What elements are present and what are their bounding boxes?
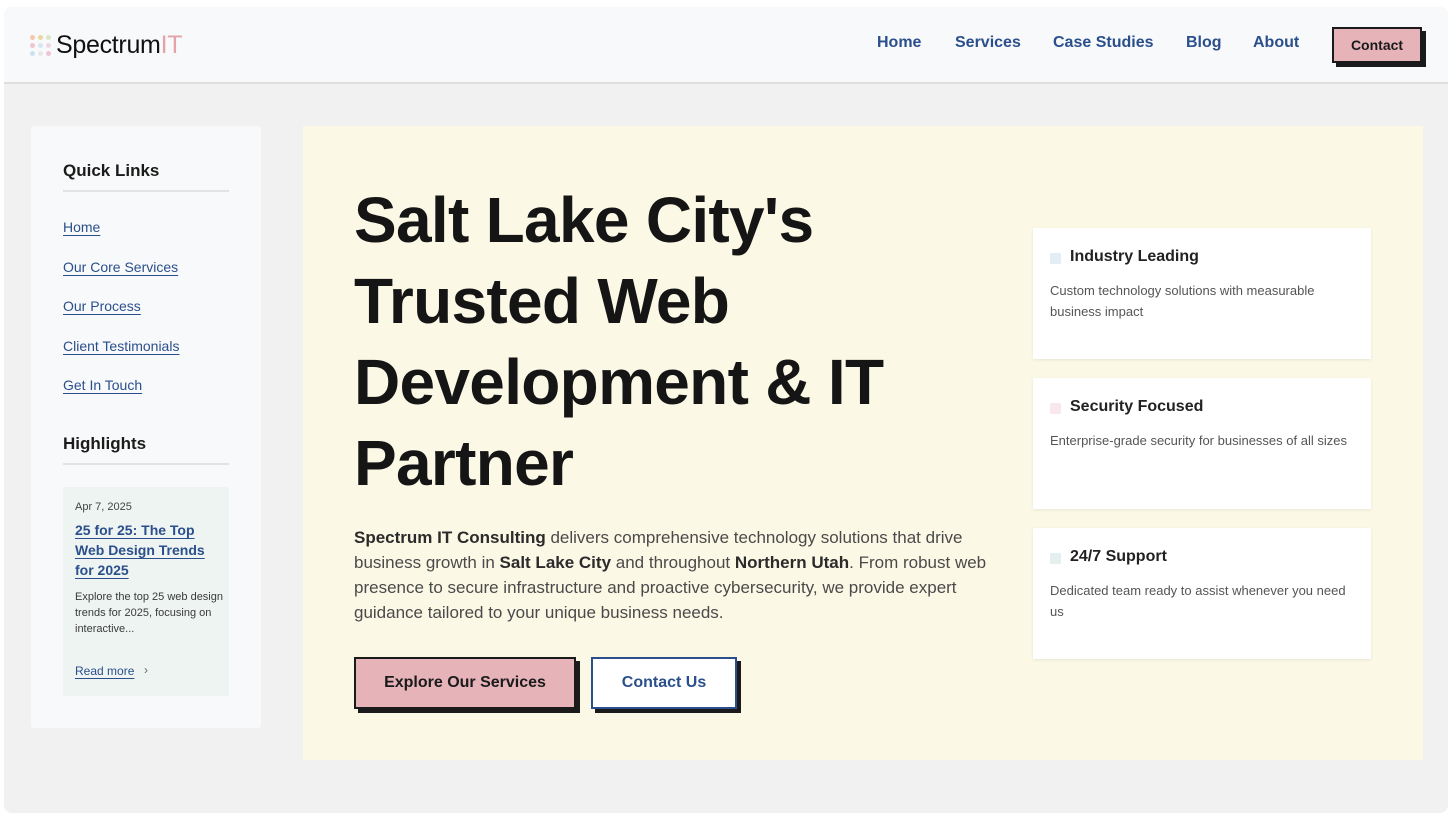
sidebar-link-home[interactable]: Home [63, 219, 100, 235]
description-text: and throughout [611, 553, 735, 572]
logo-dot [30, 42, 35, 48]
nav-about[interactable]: About [1253, 34, 1299, 52]
divider [63, 463, 229, 465]
quick-links-heading: Quick Links [63, 161, 160, 180]
sidebar: Quick Links Home Our Core Services Our P… [31, 126, 261, 728]
logo-dots-icon [30, 34, 51, 56]
feature-title: Industry Leading [1070, 248, 1199, 265]
hero-section: Salt Lake City's Trusted Web Development… [303, 126, 1423, 760]
feature-description: Dedicated team ready to assist whenever … [1050, 583, 1346, 619]
feature-title: 24/7 Support [1070, 548, 1167, 565]
logo-dot [30, 50, 35, 56]
browser-viewport: Spectrum IT Home Services Case Studies Bl… [4, 7, 1448, 813]
square-icon [1050, 253, 1061, 264]
post-excerpt: Explore the top 25 web design trends for… [75, 591, 223, 635]
sidebar-link-testimonials[interactable]: Client Testimonials [63, 338, 179, 354]
explore-services-button[interactable]: Explore Our Services [354, 657, 576, 709]
logo-wordmark-accent: IT [160, 30, 183, 59]
city-name: Salt Lake City [499, 553, 612, 572]
logo-dot [38, 42, 43, 48]
logo-dot [46, 34, 51, 40]
chevron-right-icon: › [144, 663, 148, 677]
post-date: Apr 7, 2025 [75, 501, 132, 513]
hero-title: Salt Lake City's Trusted Web Development… [354, 184, 884, 499]
square-icon [1050, 403, 1061, 414]
logo-dot [46, 50, 51, 56]
nav-case-studies[interactable]: Case Studies [1053, 34, 1153, 52]
sidebar-link-core-services[interactable]: Our Core Services [63, 259, 178, 275]
feature-card-industry-leading: Industry Leading Custom technology solut… [1033, 228, 1371, 359]
logo-dot [38, 50, 43, 56]
company-name: Spectrum IT Consulting [354, 528, 546, 547]
nav-blog[interactable]: Blog [1186, 34, 1222, 52]
highlight-post-card: Apr 7, 2025 25 for 25: The Top Web Desig… [63, 487, 229, 696]
feature-card-security-focused: Security Focused Enterprise-grade securi… [1033, 378, 1371, 509]
header-contact-button[interactable]: Contact [1332, 27, 1422, 63]
post-title-link[interactable]: 25 for 25: The Top Web Design Trends for… [75, 520, 223, 580]
read-more-link[interactable]: Read more [75, 664, 134, 678]
contact-us-button[interactable]: Contact Us [591, 657, 737, 709]
feature-card-support: 24/7 Support Dedicated team ready to ass… [1033, 528, 1371, 659]
sidebar-link-process[interactable]: Our Process [63, 298, 141, 314]
nav-services[interactable]: Services [955, 34, 1021, 52]
site-header: Spectrum IT Home Services Case Studies Bl… [4, 7, 1448, 84]
logo-wordmark: Spectrum [56, 30, 161, 59]
square-icon [1050, 553, 1061, 564]
region-name: Northern Utah [734, 553, 850, 572]
hero-description: Spectrum IT Consulting delivers comprehe… [354, 525, 1014, 625]
feature-title: Security Focused [1070, 398, 1204, 415]
feature-description: Custom technology solutions with measura… [1050, 283, 1315, 319]
sidebar-link-get-in-touch[interactable]: Get In Touch [63, 377, 142, 393]
logo-dot [38, 34, 43, 40]
highlights-heading: Highlights [63, 434, 147, 453]
site-logo[interactable]: Spectrum IT [30, 27, 183, 63]
feature-description: Enterprise-grade security for businesses… [1050, 433, 1347, 448]
logo-dot [46, 42, 51, 48]
divider [63, 190, 229, 192]
logo-dot [30, 34, 35, 40]
nav-home[interactable]: Home [877, 34, 921, 52]
